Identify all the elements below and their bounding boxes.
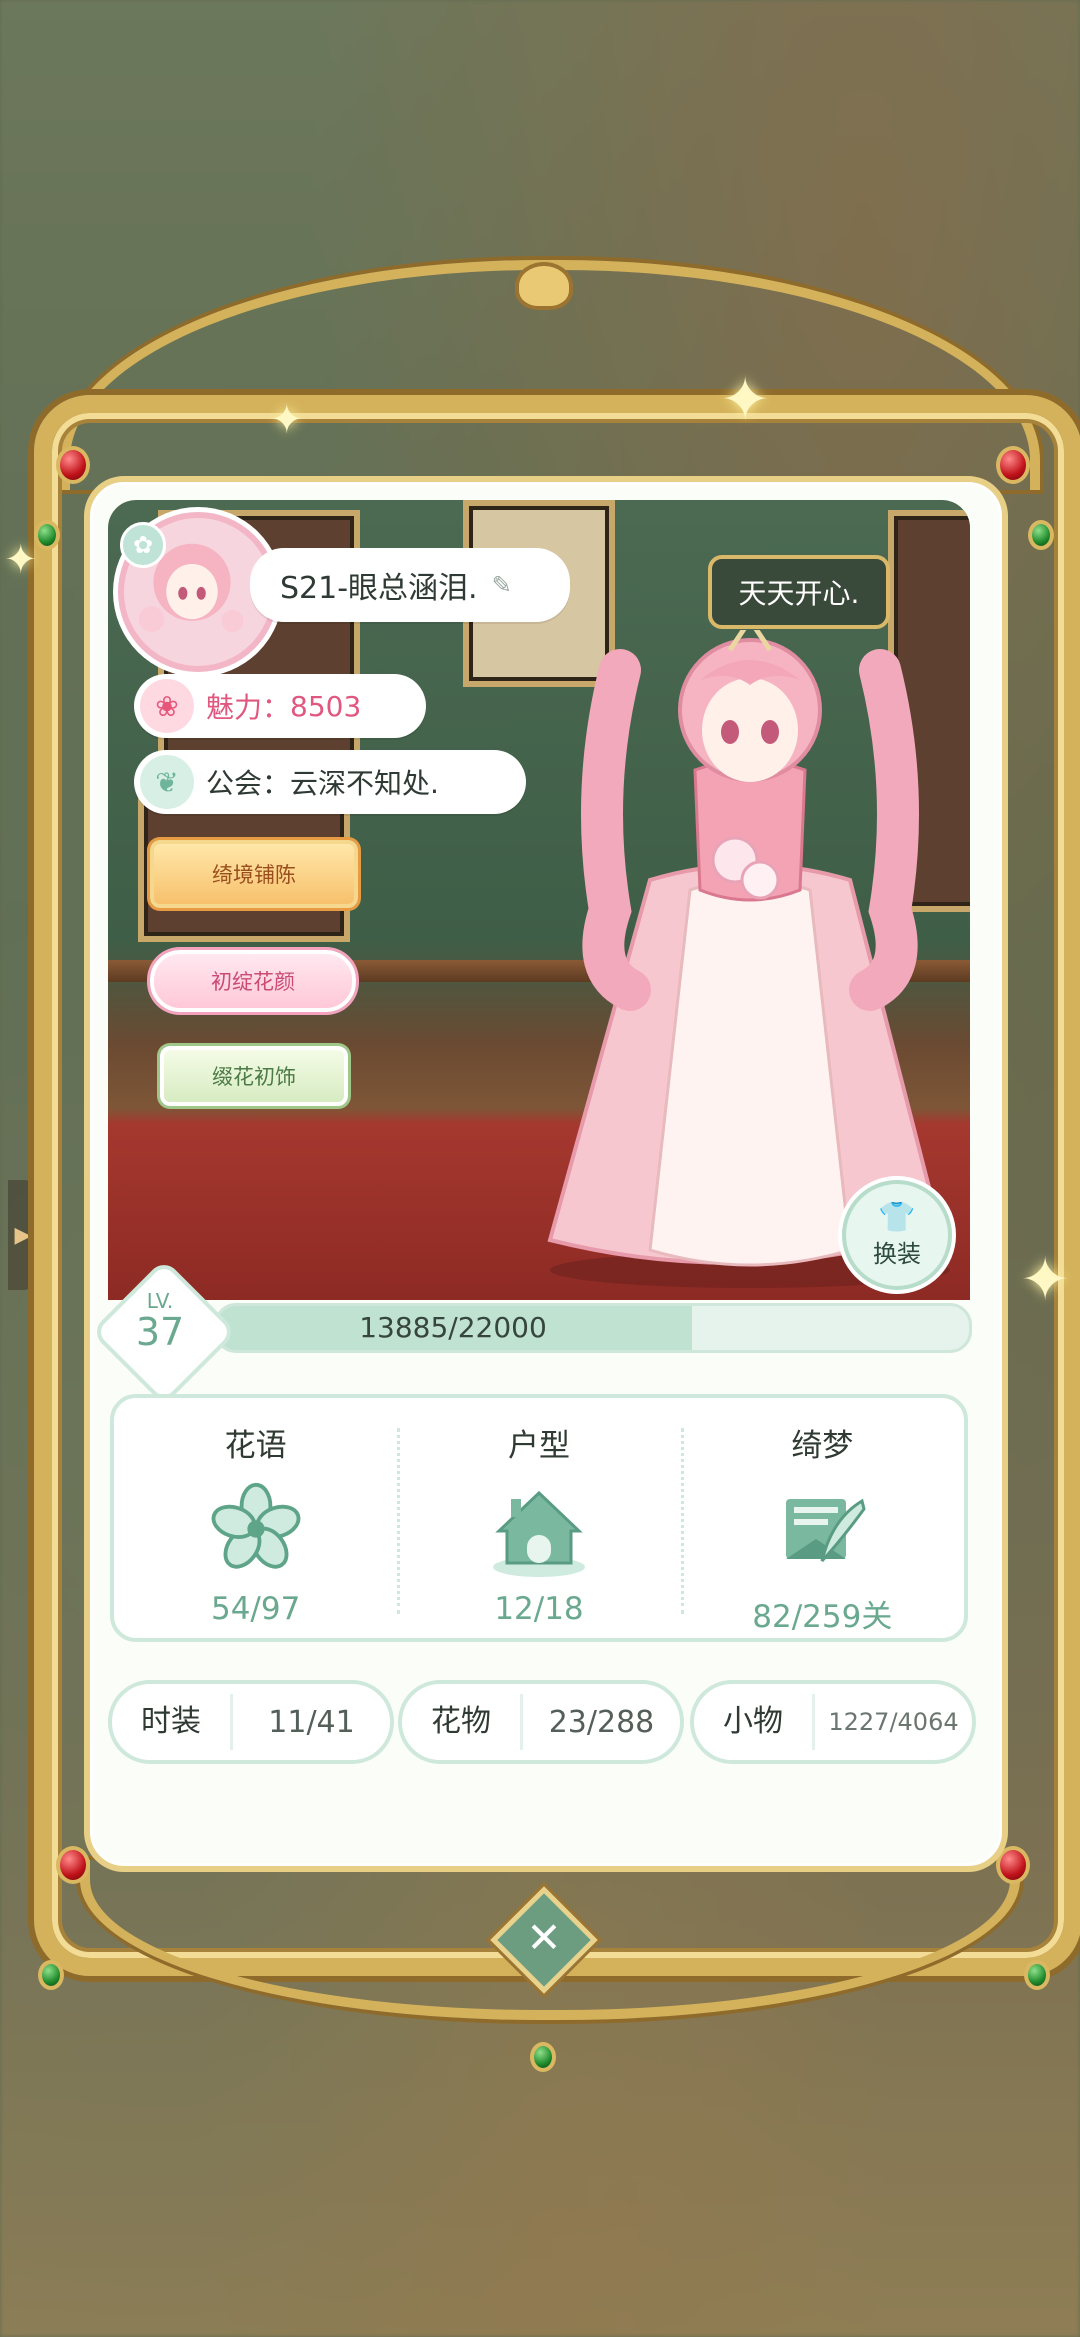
status-bubble: 天天开心.: [708, 555, 890, 629]
title-tag-1[interactable]: 绮境铺陈: [150, 840, 358, 908]
heart-ornament-icon: [515, 262, 573, 310]
sparkle-icon: ✦: [270, 397, 304, 443]
xp-text: 13885/22000: [359, 1311, 547, 1344]
level-value: 37: [135, 1310, 185, 1354]
house-icon: [489, 1479, 589, 1579]
rose-icon: ❀: [140, 679, 194, 733]
sparkle-icon: ✦: [1020, 1245, 1071, 1315]
guild-pill[interactable]: ❦ 公会：云深不知处.: [134, 750, 526, 814]
close-icon[interactable]: ✕: [506, 1900, 582, 1976]
collection-value: 1227/4064: [828, 1708, 959, 1736]
stat-value: 82/259关: [752, 1599, 893, 1635]
stat-title: 绮梦: [791, 1428, 854, 1464]
stat-qimeng[interactable]: 绮梦 82/259关: [680, 1398, 964, 1638]
guild-text: 公会：云深不知处.: [206, 767, 439, 800]
stat-huayu[interactable]: 花语 54/97: [114, 1398, 397, 1638]
swap-outfit-button[interactable]: 👕 换装: [842, 1180, 952, 1290]
collection-value: 23/288: [548, 1704, 655, 1740]
player-name-pill: S21-眼总涵泪. ✎: [250, 548, 570, 622]
stat-title: 花语: [224, 1428, 287, 1464]
emerald-gem-icon: [1024, 1960, 1050, 1990]
flower-icon: [206, 1479, 306, 1579]
stat-value: 54/97: [210, 1591, 301, 1627]
emerald-gem-icon: [530, 2042, 556, 2072]
stat-huxing[interactable]: 户型 12/18: [397, 1398, 680, 1638]
emerald-gem-icon: [1028, 520, 1054, 550]
emerald-gem-icon: [38, 1960, 64, 1990]
charm-label: 魅力：: [206, 691, 291, 724]
level-label: LV.: [146, 1289, 174, 1313]
ruby-gem-icon: [56, 1846, 90, 1884]
swap-outfit-label: 换装: [873, 1239, 921, 1268]
stat-value: 12/18: [494, 1591, 584, 1627]
flower-badge-icon: ✿: [120, 522, 166, 568]
guild-emblem-icon: ❦: [140, 755, 194, 809]
edit-icon[interactable]: ✎: [492, 573, 516, 597]
sparkle-icon: ✦: [4, 537, 38, 583]
ruby-gem-icon: [56, 446, 90, 484]
collection-fashion[interactable]: 时装 11/41: [108, 1680, 394, 1764]
letter-quill-icon: [772, 1479, 872, 1579]
charm-value: 8503: [290, 689, 362, 723]
collection-items[interactable]: 小物 1227/4064: [690, 1680, 976, 1764]
title-tag-3[interactable]: 缀花初饰: [160, 1046, 348, 1106]
title-tag-2[interactable]: 初绽花颜: [150, 950, 356, 1012]
charm-pill: ❀ 魅力： 8503: [134, 674, 426, 738]
collection-label: 花物: [402, 1694, 523, 1750]
ruby-gem-icon: [996, 446, 1030, 484]
stats-panel: 花语 54/97 户型 12/18 绮梦 82/259关: [110, 1394, 968, 1642]
shirt-icon: 👕: [878, 1199, 916, 1235]
collection-label: 小物: [694, 1694, 815, 1750]
sparkle-icon: ✦: [720, 365, 771, 435]
level-text: LV. 37: [112, 1290, 208, 1352]
player-name: S21-眼总涵泪.: [280, 571, 478, 606]
stat-title: 户型: [507, 1428, 570, 1464]
collection-value: 11/41: [268, 1704, 355, 1740]
collection-label: 时装: [112, 1694, 233, 1750]
collection-flowers[interactable]: 花物 23/288: [398, 1680, 684, 1764]
